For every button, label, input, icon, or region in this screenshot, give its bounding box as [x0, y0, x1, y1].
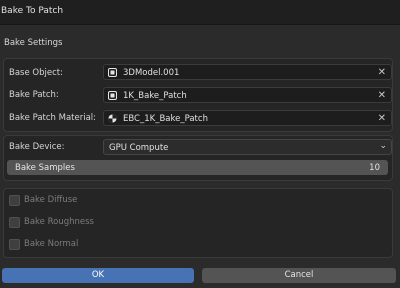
bake-device-dropdown[interactable]: GPU Compute ⌄ — [103, 139, 392, 155]
mesh-object-icon — [108, 91, 117, 100]
cancel-button-label: Cancel — [284, 270, 314, 280]
clear-bake-patch-icon[interactable]: ✕ — [378, 89, 386, 102]
checkbox-box[interactable] — [9, 239, 20, 250]
base-object-field[interactable]: 3DModel.001 ✕ — [103, 64, 392, 80]
base-object-value: 3DModel.001 — [123, 67, 180, 78]
ok-button-label: OK — [91, 270, 105, 280]
bake-settings-header: Bake Settings — [4, 38, 63, 48]
object-fields-panel: Base Object: 3DModel.001 ✕ Bake Patch: 1… — [3, 58, 393, 132]
cancel-button[interactable]: Cancel — [202, 268, 396, 283]
bake-patch-material-label: Bake Patch Material: — [9, 113, 97, 123]
bake-diffuse-label: Bake Diffuse — [24, 195, 78, 205]
ok-button[interactable]: OK — [2, 268, 194, 283]
bake-patch-material-value: EBC_1K_Bake_Patch — [123, 113, 208, 124]
bake-to-patch-dialog: Bake To Patch Bake Settings Base Object:… — [0, 0, 400, 288]
material-sphere-icon — [108, 114, 117, 123]
window-title: Bake To Patch — [1, 6, 64, 16]
clear-base-object-icon[interactable]: ✕ — [378, 66, 386, 79]
clear-bake-patch-material-icon[interactable]: ✕ — [378, 112, 386, 125]
bake-samples-slider[interactable]: Bake Samples 10 — [7, 160, 388, 175]
title-separator — [0, 24, 400, 25]
base-object-label: Base Object: — [9, 68, 63, 78]
checkbox-box[interactable] — [9, 217, 20, 228]
bake-roughness-label: Bake Roughness — [24, 217, 94, 227]
bake-patch-label: Bake Patch: — [9, 90, 59, 100]
title-bar[interactable]: Bake To Patch — [0, 0, 400, 24]
bake-samples-value: 10 — [369, 162, 380, 173]
bake-device-panel: Bake Device: GPU Compute ⌄ Bake Samples … — [3, 135, 393, 181]
bake-samples-label: Bake Samples — [15, 162, 75, 173]
bake-device-value: GPU Compute — [109, 142, 169, 153]
bake-patch-material-field[interactable]: EBC_1K_Bake_Patch ✕ — [103, 110, 392, 126]
chevron-down-icon: ⌄ — [379, 141, 387, 151]
bake-patch-value: 1K_Bake_Patch — [123, 90, 187, 101]
bake-normal-label: Bake Normal — [24, 239, 79, 249]
bake-patch-field[interactable]: 1K_Bake_Patch ✕ — [103, 87, 392, 103]
checkbox-box[interactable] — [9, 195, 20, 206]
mesh-object-icon — [108, 68, 117, 77]
bake-device-label: Bake Device: — [9, 142, 65, 152]
bake-options-panel: Bake Diffuse Bake Roughness Bake Normal — [3, 188, 393, 258]
